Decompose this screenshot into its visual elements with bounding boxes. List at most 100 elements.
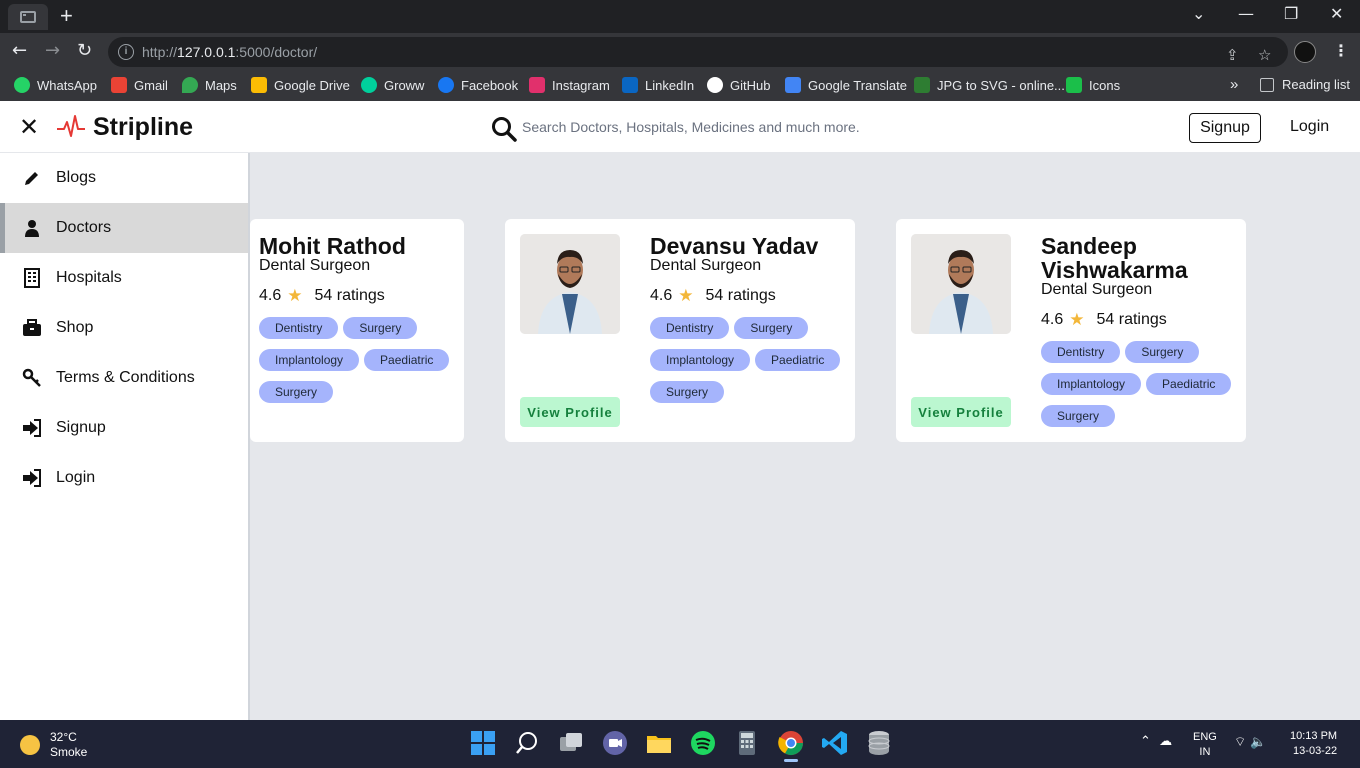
tag[interactable]: Dentistry	[1041, 341, 1121, 363]
sidebar: Blogs Doctors Hospitals Shop Terms & Con…	[0, 153, 250, 720]
url-text[interactable]: http://127.0.0.1:5000/doctor/	[142, 44, 317, 60]
sign-in-icon	[22, 468, 42, 488]
reading-list-icon	[1260, 77, 1274, 92]
bookmark-instagram[interactable]: Instagram	[529, 77, 610, 93]
brand-name[interactable]: Stripline	[93, 113, 193, 142]
weather-moon-icon	[20, 735, 40, 755]
key-icon	[22, 368, 42, 388]
whatsapp-icon	[14, 77, 30, 93]
tag[interactable]: Implantology	[259, 349, 360, 371]
tag[interactable]: Paediatric	[755, 349, 841, 371]
profile-avatar[interactable]	[1294, 41, 1316, 63]
tag[interactable]: Dentistry	[259, 317, 339, 339]
tag[interactable]: Surgery	[734, 317, 809, 339]
tag[interactable]: Surgery	[1125, 341, 1200, 363]
browser-tab-bar: + ⌄ — ❐ ✕	[0, 0, 1360, 33]
forward-button[interactable]: →	[45, 41, 60, 61]
sidebar-item-doctors[interactable]: Doctors	[0, 203, 248, 253]
header-login-button[interactable]: Login	[1290, 118, 1329, 136]
browser-menu-icon[interactable]: ⋮	[1333, 41, 1349, 61]
tab-search-icon[interactable]: ⌄	[1192, 4, 1205, 23]
more-bookmarks-icon[interactable]: »	[1230, 76, 1238, 93]
sidebar-item-shop[interactable]: Shop	[0, 303, 248, 353]
search-taskbar-icon[interactable]	[512, 728, 542, 758]
browser-tab[interactable]	[8, 4, 48, 30]
spotify-icon[interactable]	[688, 728, 718, 758]
bookmark-whatsapp[interactable]: WhatsApp	[14, 77, 97, 93]
clock[interactable]: 10:13 PM 13-03-22	[1290, 729, 1337, 759]
sidebar-item-hospitals[interactable]: Hospitals	[0, 253, 248, 303]
bookmark-linkedin[interactable]: LinkedIn	[622, 77, 694, 93]
browser-toolbar: ← → ↻ i http://127.0.0.1:5000/doctor/ ⇪ …	[0, 33, 1360, 71]
file-explorer-icon[interactable]	[644, 728, 674, 758]
bookmark-groww[interactable]: Groww	[361, 77, 424, 93]
header-signup-button[interactable]: Signup	[1189, 113, 1261, 143]
search-input[interactable]	[522, 115, 942, 139]
weather-temp: 32°C	[50, 730, 77, 744]
doctor-rating: 4.6 ★ 54 ratings	[1041, 310, 1167, 329]
jpg-to-svg-icon	[914, 77, 930, 93]
doctor-card: Devansu Yadav Dental Surgeon 4.6 ★ 54 rati…	[505, 219, 855, 442]
share-icon[interactable]: ⇪	[1226, 46, 1239, 64]
bookmark-google-translate[interactable]: Google Translate	[785, 77, 907, 93]
sidebar-item-login[interactable]: Login	[0, 453, 248, 503]
search-icon[interactable]	[491, 116, 517, 142]
bookmark-google-drive[interactable]: Google Drive	[251, 77, 350, 93]
tag[interactable]: Surgery	[650, 381, 725, 403]
tag[interactable]: Paediatric	[364, 349, 450, 371]
doctor-specialty: Dental Surgeon	[1041, 281, 1153, 298]
weather-widget[interactable]: 32°C Smoke	[20, 730, 87, 760]
sign-in-icon	[22, 418, 42, 438]
back-button[interactable]: ←	[12, 41, 27, 61]
close-window-button[interactable]: ✕	[1330, 4, 1343, 23]
wifi-volume-icons[interactable]: ⌔ 🔈	[1234, 734, 1267, 750]
site-info-icon[interactable]: i	[118, 44, 134, 60]
system-tray-icons[interactable]: ⌃ ☁	[1140, 734, 1172, 749]
specialty-tags: Dentistry Surgery Implantology Paediatri…	[259, 317, 459, 403]
doctor-name[interactable]: Mohit Rathod	[259, 234, 406, 258]
tag[interactable]: Dentistry	[650, 317, 730, 339]
tag[interactable]: Surgery	[1041, 405, 1116, 427]
doctor-name[interactable]: Devansu Yadav	[650, 234, 818, 258]
tag[interactable]: Implantology	[1041, 373, 1142, 395]
sidebar-item-label: Doctors	[56, 219, 112, 236]
teams-chat-icon[interactable]	[600, 728, 630, 758]
close-sidebar-icon[interactable]: ✕	[19, 113, 39, 141]
bookmark-icons[interactable]: Icons	[1066, 77, 1120, 93]
tag[interactable]: Paediatric	[1146, 373, 1232, 395]
pulse-logo-icon	[57, 115, 85, 137]
doctor-name[interactable]: Sandeep Vishwakarma	[1041, 234, 1231, 282]
sidebar-item-label: Login	[56, 469, 96, 486]
bookmark-star-icon[interactable]: ☆	[1258, 46, 1271, 64]
chrome-icon[interactable]	[776, 728, 806, 762]
sidebar-item-terms[interactable]: Terms & Conditions	[0, 353, 248, 403]
tag[interactable]: Surgery	[343, 317, 418, 339]
bookmark-github[interactable]: GitHub	[707, 77, 770, 93]
view-profile-button[interactable]: View Profile	[911, 397, 1011, 427]
task-view-icon[interactable]	[556, 728, 586, 758]
pencil-icon	[22, 168, 42, 188]
language-indicator[interactable]: ENG IN	[1193, 730, 1217, 760]
bookmark-jpg-to-svg[interactable]: JPG to SVG - online...	[914, 77, 1065, 93]
address-bar[interactable]: i http://127.0.0.1:5000/doctor/ ⇪ ☆	[108, 37, 1288, 67]
vscode-icon[interactable]	[820, 728, 850, 758]
windows-start-icon[interactable]	[468, 728, 498, 758]
view-profile-button[interactable]: View Profile	[520, 397, 620, 427]
reading-list[interactable]: Reading list	[1260, 77, 1350, 92]
sidebar-item-signup[interactable]: Signup	[0, 403, 248, 453]
restore-button[interactable]: ❐	[1284, 4, 1298, 23]
bookmark-facebook[interactable]: Facebook	[438, 77, 518, 93]
calculator-icon[interactable]	[732, 728, 762, 758]
bookmark-gmail[interactable]: Gmail	[111, 77, 168, 93]
new-tab-button[interactable]: +	[60, 4, 73, 28]
tag[interactable]: Surgery	[259, 381, 334, 403]
tag[interactable]: Implantology	[650, 349, 751, 371]
minimize-button[interactable]: —	[1238, 4, 1254, 23]
bookmark-maps[interactable]: Maps	[182, 77, 237, 93]
doctor-specialty: Dental Surgeon	[259, 257, 371, 274]
reload-button[interactable]: ↻	[77, 41, 92, 61]
doctor-photo	[520, 234, 620, 334]
sidebar-item-label: Signup	[56, 419, 106, 436]
sidebar-item-blogs[interactable]: Blogs	[0, 153, 248, 203]
database-icon[interactable]	[864, 728, 894, 758]
